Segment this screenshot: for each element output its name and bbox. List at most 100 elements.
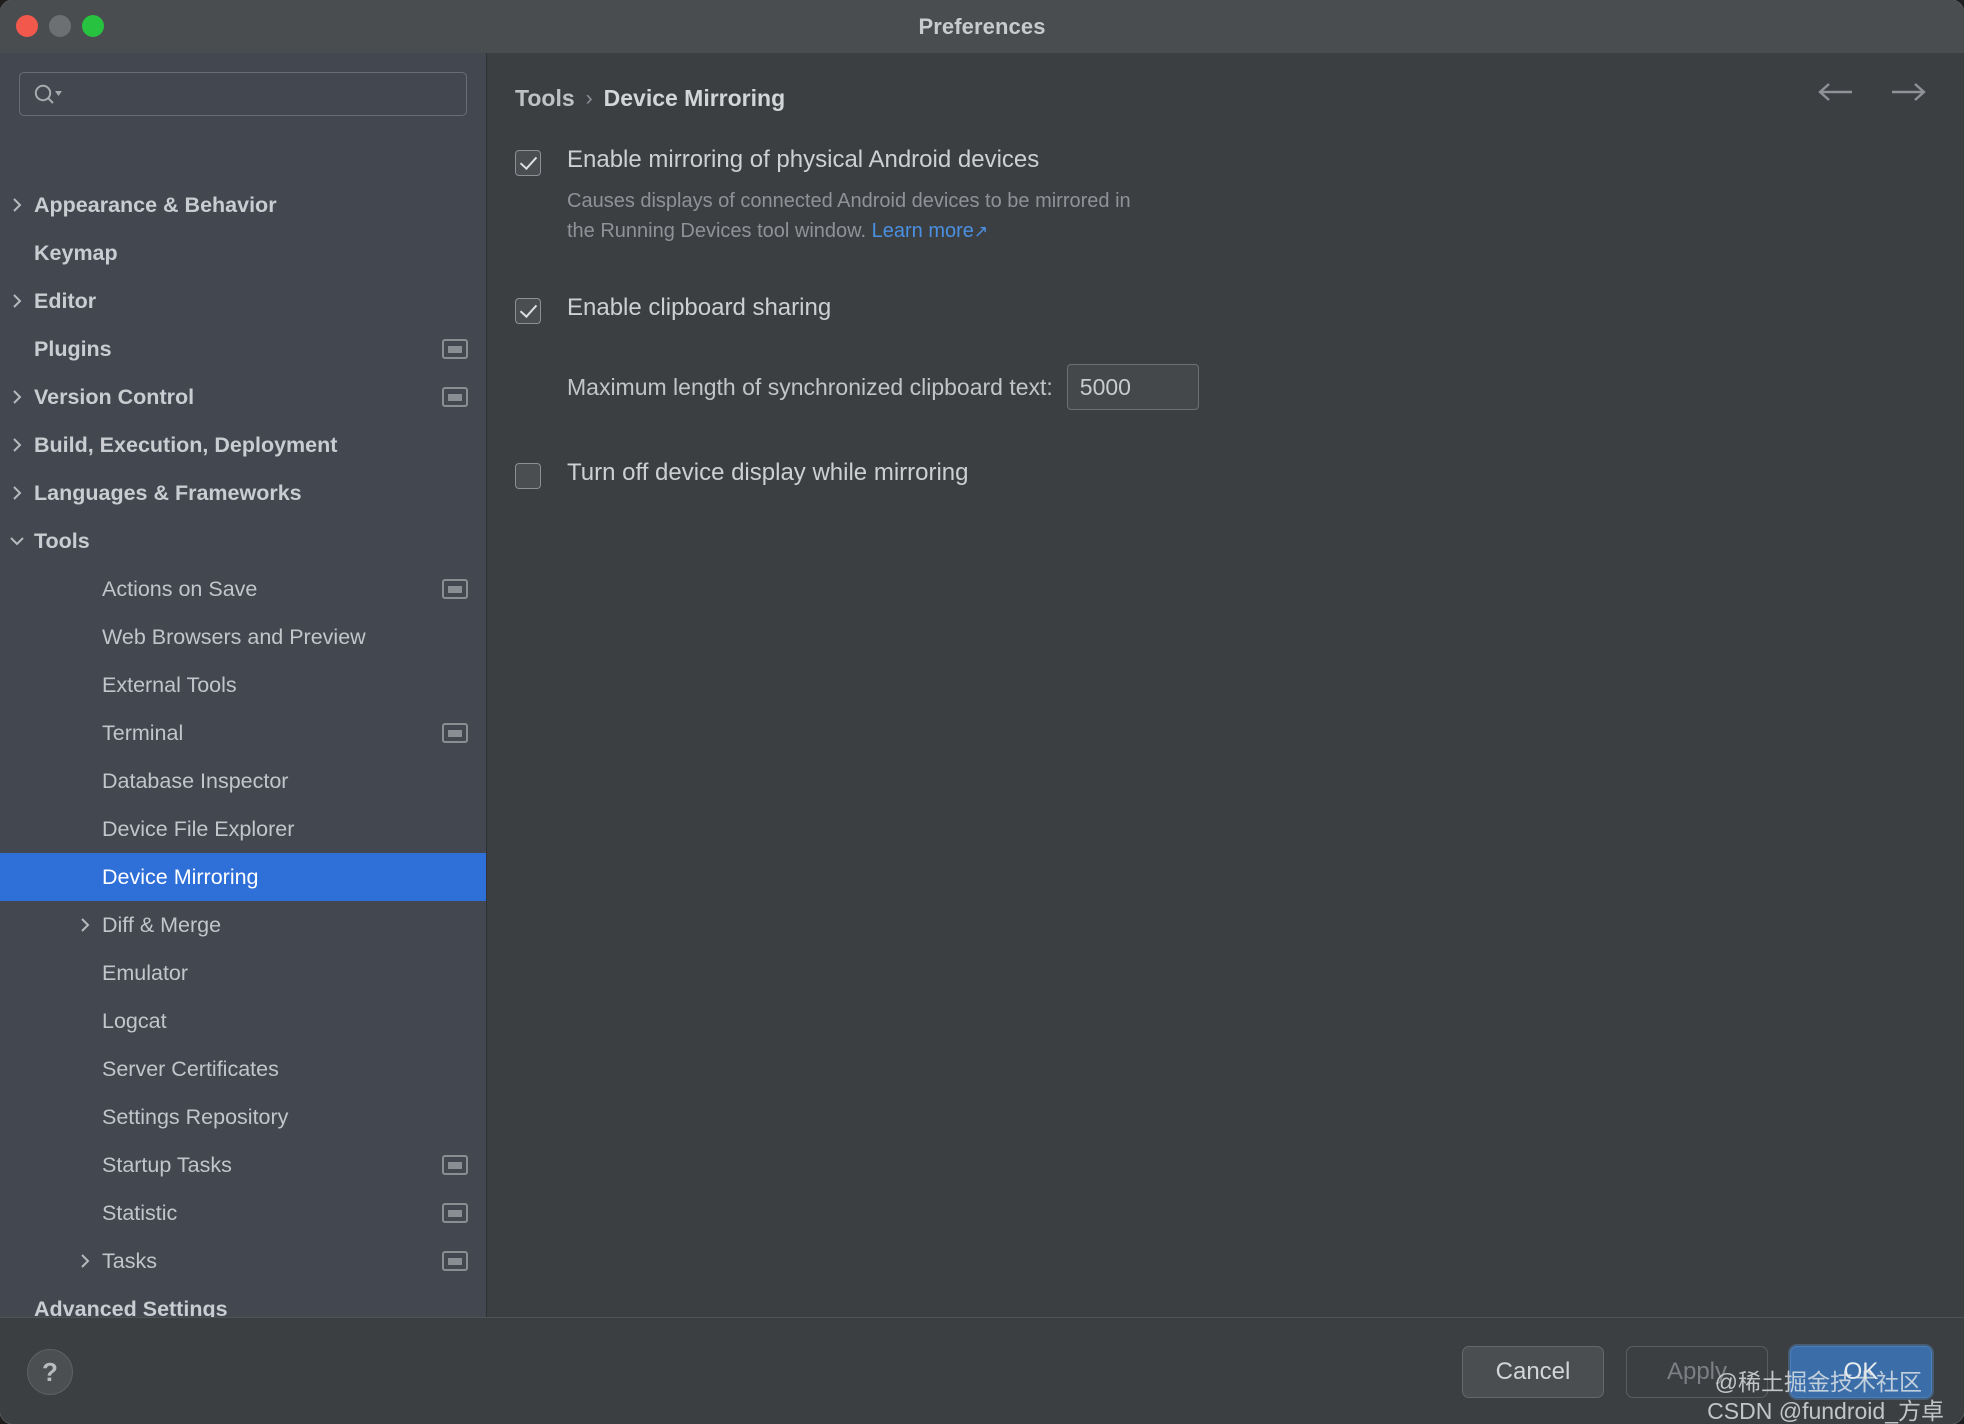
ok-button[interactable]: OK: [1790, 1346, 1932, 1398]
sidebar-item-database-inspector[interactable]: Database Inspector: [0, 757, 486, 805]
chevron-right-icon[interactable]: [0, 485, 34, 501]
sidebar-item-label: Startup Tasks: [102, 1152, 232, 1177]
turn-off-display-label: Turn off device display while mirroring: [567, 459, 969, 486]
close-button[interactable]: [16, 15, 38, 37]
sidebar-item-build-execution-deployment[interactable]: Build, Execution, Deployment: [0, 421, 486, 469]
sidebar-item-plugins[interactable]: Plugins: [0, 325, 486, 373]
enable-mirroring-checkbox[interactable]: [515, 150, 541, 176]
sidebar-item-label: Tools: [34, 528, 90, 553]
project-scope-icon: [442, 387, 468, 407]
sidebar-item-label: Version Control: [34, 384, 195, 409]
apply-button[interactable]: Apply: [1626, 1346, 1768, 1398]
chevron-down-icon[interactable]: [0, 533, 34, 549]
breadcrumb: Tools › Device Mirroring: [515, 85, 785, 112]
sidebar-item-device-mirroring[interactable]: Device Mirroring: [0, 853, 486, 901]
back-arrow-icon[interactable]: [1816, 81, 1854, 103]
minimize-button[interactable]: [49, 15, 71, 37]
chevron-right-icon[interactable]: [0, 437, 34, 453]
sidebar-item-label: Languages & Frameworks: [34, 480, 302, 505]
sidebar-item-version-control[interactable]: Version Control: [0, 373, 486, 421]
enable-mirroring-row[interactable]: Enable mirroring of physical Android dev…: [515, 145, 1934, 176]
max-clipboard-length-label: Maximum length of synchronized clipboard…: [567, 373, 1053, 400]
title-bar: Preferences: [0, 0, 1964, 54]
sidebar-item-statistic[interactable]: Statistic: [0, 1189, 486, 1237]
settings-tree: Appearance & Behavior Keymap Editor Plugins…: [0, 181, 486, 1318]
sidebar-item-label: Advanced Settings: [34, 1296, 228, 1319]
sidebar-item-emulator[interactable]: Emulator: [0, 949, 486, 997]
cancel-button[interactable]: Cancel: [1462, 1346, 1604, 1398]
footer-button-group: Cancel Apply OK: [1462, 1346, 1932, 1398]
sidebar-item-label: Diff & Merge: [102, 912, 222, 937]
preferences-window: Preferences Appearance & Behavior Keymap E…: [0, 0, 1964, 1424]
sidebar-item-server-certificates[interactable]: Server Certificates: [0, 1045, 486, 1093]
breadcrumb-leaf: Device Mirroring: [603, 85, 786, 111]
sidebar-item-device-file-explorer[interactable]: Device File Explorer: [0, 805, 486, 853]
sidebar-item-label: Editor: [34, 288, 97, 313]
sidebar-item-label: Keymap: [34, 240, 118, 265]
dialog-footer: ? Cancel Apply OK: [0, 1317, 1964, 1424]
max-clipboard-length-input[interactable]: [1066, 364, 1199, 410]
zoom-button[interactable]: [82, 15, 104, 37]
search-container: [0, 53, 486, 116]
learn-more-link[interactable]: Learn more: [872, 220, 974, 242]
sidebar-item-label: Tasks: [102, 1248, 157, 1273]
turn-off-display-row[interactable]: Turn off device display while mirroring: [515, 458, 1934, 489]
turn-off-display-checkbox[interactable]: [515, 463, 541, 489]
sidebar-item-label: Server Certificates: [102, 1056, 279, 1081]
sidebar-item-tools[interactable]: Tools: [0, 517, 486, 565]
sidebar-item-diff-merge[interactable]: Diff & Merge: [0, 901, 486, 949]
chevron-right-icon[interactable]: [34, 917, 102, 933]
window-content: Appearance & Behavior Keymap Editor Plugins…: [0, 53, 1964, 1318]
enable-mirroring-description: Causes displays of connected Android dev…: [567, 186, 1257, 247]
chevron-right-icon[interactable]: [0, 293, 34, 309]
description-line-1: Causes displays of connected Android dev…: [567, 190, 1131, 212]
project-scope-icon: [442, 579, 468, 599]
sidebar-item-logcat[interactable]: Logcat: [0, 997, 486, 1045]
search-icon: [33, 83, 63, 105]
enable-clipboard-label: Enable clipboard sharing: [567, 294, 832, 321]
sidebar-item-actions-on-save[interactable]: Actions on Save: [0, 565, 486, 613]
sidebar-item-advanced-settings[interactable]: Advanced Settings: [0, 1285, 486, 1319]
sidebar-item-label: Database Inspector: [102, 768, 289, 793]
sidebar-item-label: Device File Explorer: [102, 816, 295, 841]
breadcrumb-separator-icon: ›: [585, 86, 593, 110]
breadcrumb-root[interactable]: Tools: [515, 85, 575, 112]
project-scope-icon: [442, 339, 468, 359]
enable-mirroring-label: Enable mirroring of physical Android dev…: [567, 146, 1040, 173]
max-clipboard-length-row: Maximum length of synchronized clipboard…: [567, 364, 1934, 410]
sidebar-item-terminal[interactable]: Terminal: [0, 709, 486, 757]
sidebar-item-web-browsers-and-preview[interactable]: Web Browsers and Preview: [0, 613, 486, 661]
help-button[interactable]: ?: [27, 1349, 73, 1395]
project-scope-icon: [442, 1155, 468, 1175]
sidebar-item-editor[interactable]: Editor: [0, 277, 486, 325]
sidebar-item-label: Appearance & Behavior: [34, 192, 277, 217]
sidebar-item-label: Device Mirroring: [102, 864, 259, 889]
sidebar-item-appearance-behavior[interactable]: Appearance & Behavior: [0, 181, 486, 229]
sidebar-item-label: Actions on Save: [102, 576, 258, 601]
forward-arrow-icon[interactable]: [1890, 81, 1928, 103]
enable-clipboard-checkbox[interactable]: [515, 298, 541, 324]
navigation-arrows: [1816, 81, 1928, 103]
sidebar-item-tasks[interactable]: Tasks: [0, 1237, 486, 1285]
sidebar-item-label: Emulator: [102, 960, 189, 985]
sidebar-item-label: Build, Execution, Deployment: [34, 432, 338, 457]
sidebar-item-languages-frameworks[interactable]: Languages & Frameworks: [0, 469, 486, 517]
project-scope-icon: [442, 723, 468, 743]
sidebar-item-keymap[interactable]: Keymap: [0, 229, 486, 277]
chevron-right-icon[interactable]: [0, 389, 34, 405]
sidebar-item-label: Plugins: [34, 336, 112, 361]
search-input[interactable]: [19, 72, 467, 116]
sidebar-item-label: External Tools: [102, 672, 237, 697]
project-scope-icon: [442, 1251, 468, 1271]
sidebar-item-settings-repository[interactable]: Settings Repository: [0, 1093, 486, 1141]
settings-content: Enable mirroring of physical Android dev…: [515, 145, 1934, 489]
chevron-right-icon[interactable]: [34, 1253, 102, 1269]
sidebar-item-startup-tasks[interactable]: Startup Tasks: [0, 1141, 486, 1189]
description-line-2: the Running Devices tool window.: [567, 220, 867, 242]
settings-main-panel: Tools › Device Mirroring Enable mirrorin…: [487, 53, 1964, 1318]
enable-clipboard-row[interactable]: Enable clipboard sharing: [515, 293, 1934, 324]
chevron-right-icon[interactable]: [0, 197, 34, 213]
sidebar-item-external-tools[interactable]: External Tools: [0, 661, 486, 709]
sidebar-item-label: Statistic: [102, 1200, 178, 1225]
